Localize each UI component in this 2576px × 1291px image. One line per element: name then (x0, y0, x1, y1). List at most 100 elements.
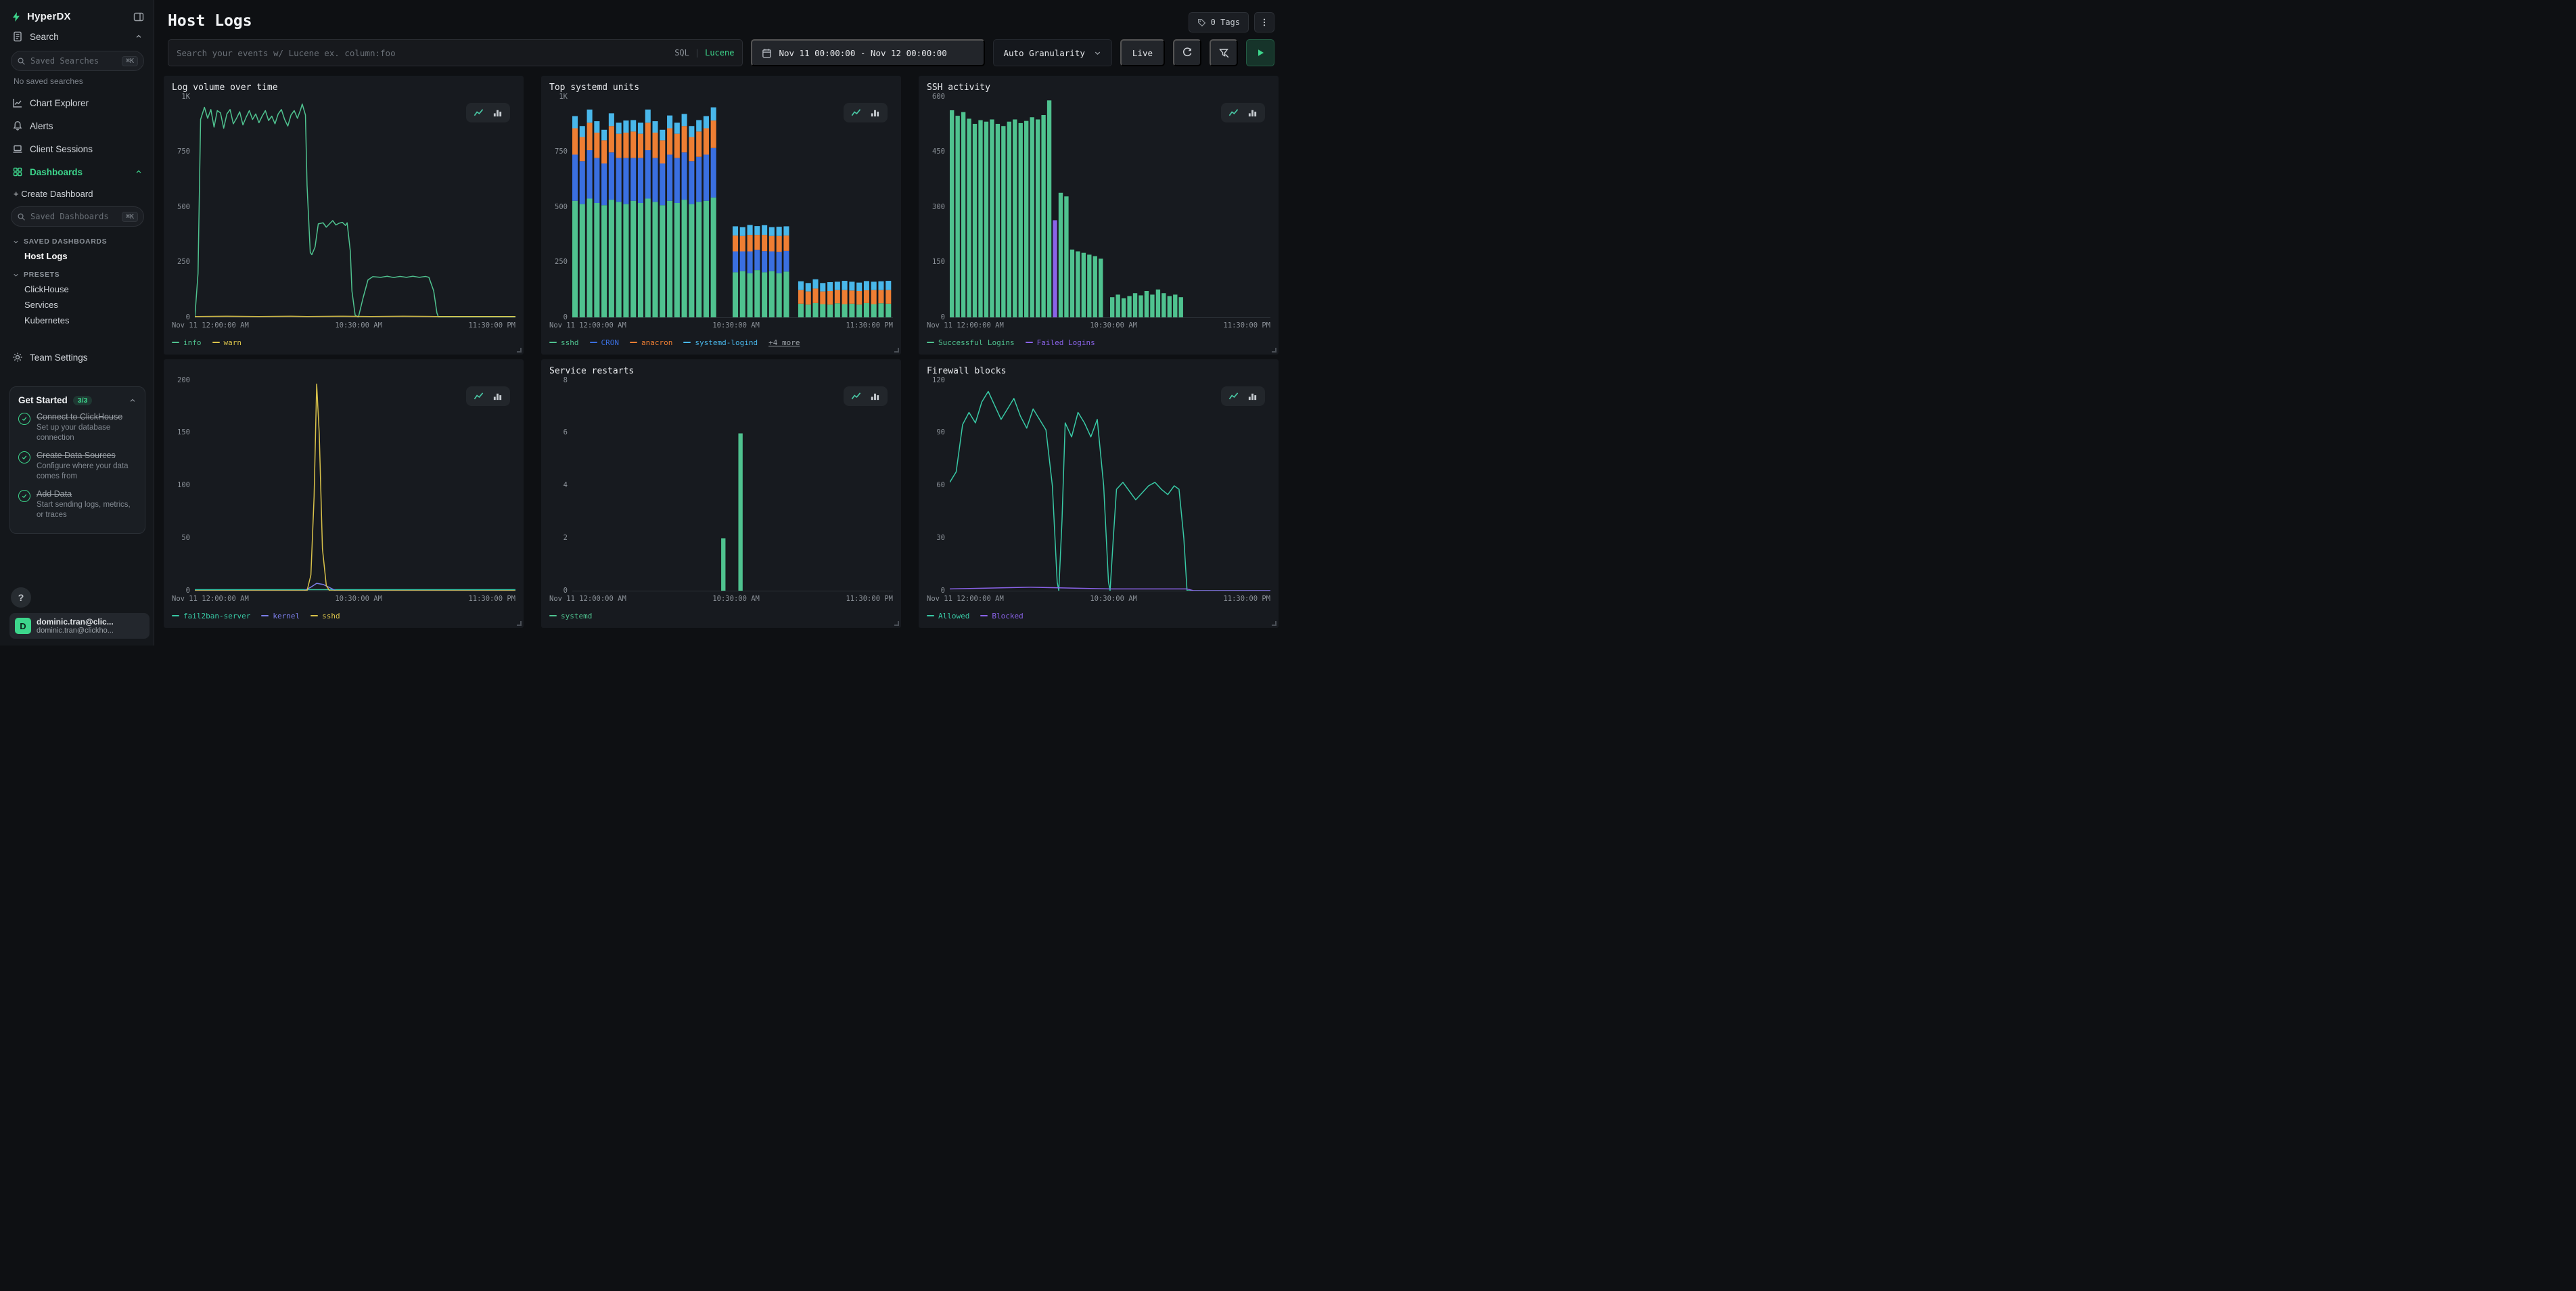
x-label: 11:30:00 PM (846, 595, 893, 606)
legend-item: Failed Logins (1026, 338, 1095, 347)
legend-item: Successful Logins (927, 338, 1015, 347)
y-tick: 0 (564, 587, 568, 595)
chart-type-toggle[interactable] (1221, 386, 1265, 406)
x-label: 11:30:00 PM (468, 321, 515, 332)
chart-plot[interactable] (195, 97, 515, 318)
saved-searches-input[interactable] (30, 56, 117, 66)
chevron-down-icon (12, 271, 20, 279)
granularity-dropdown[interactable]: Auto Granularity (993, 39, 1111, 66)
app-name: HyperDX (27, 11, 128, 22)
chevron-up-icon[interactable] (135, 168, 143, 176)
bar-chart-icon[interactable] (492, 391, 503, 401)
sidebar-item-team-settings[interactable]: Team Settings (9, 346, 145, 369)
chart-plot[interactable] (950, 381, 1270, 591)
chart-plot[interactable] (572, 381, 893, 591)
refresh-button[interactable] (1173, 39, 1201, 66)
sidebar-collapse-icon[interactable] (133, 12, 144, 22)
bar-chart-icon[interactable] (870, 391, 880, 401)
x-label: Nov 11 12:00:00 AM (172, 321, 249, 332)
line-chart-icon[interactable] (851, 391, 861, 401)
chart-card-firewall-blocks: Firewall blocks 0306090120 Nov 11 12:00:… (919, 359, 1279, 628)
chart-plot[interactable] (572, 97, 893, 318)
legend-item: Allowed (927, 612, 969, 620)
saved-dashboards-input[interactable] (30, 212, 117, 221)
line-chart-icon[interactable] (851, 108, 861, 118)
chart-legend: fail2ban-serverkernelsshd (172, 609, 515, 622)
chart-type-toggle[interactable] (1221, 103, 1265, 122)
sidebar-item-search[interactable]: Search (9, 25, 145, 48)
chart-svg (572, 381, 893, 591)
y-tick: 150 (932, 258, 945, 266)
run-query-button[interactable] (1246, 39, 1274, 66)
line-chart-icon[interactable] (1228, 391, 1239, 401)
create-dashboard-button[interactable]: + Create Dashboard (9, 183, 145, 204)
filter-button[interactable] (1210, 39, 1238, 66)
chevron-up-icon[interactable] (129, 397, 137, 405)
event-search-box[interactable]: SQL | Lucene (168, 39, 743, 66)
x-axis: Nov 11 12:00:00 AM10:30:00 AM11:30:00 PM (172, 595, 515, 606)
legend-item: systemd-logind (683, 338, 758, 347)
lucene-toggle[interactable]: Lucene (705, 48, 734, 58)
y-tick: 150 (177, 429, 190, 436)
sidebar-item-dashboards[interactable]: Dashboards (9, 160, 145, 183)
refresh-icon (1182, 47, 1193, 58)
sql-toggle[interactable]: SQL (674, 48, 689, 58)
chart-type-toggle[interactable] (466, 103, 510, 122)
chart-type-toggle[interactable] (844, 386, 888, 406)
chart-grid: Log volume over time 02505007501K Nov 11… (154, 76, 1288, 628)
resize-handle[interactable] (1272, 348, 1276, 353)
chart-type-toggle[interactable] (844, 103, 888, 122)
sidebar-item-chart-explorer[interactable]: Chart Explorer (9, 91, 145, 114)
user-email: dominic.tran@clickho... (37, 627, 114, 635)
chart-svg (195, 381, 515, 591)
tags-button[interactable]: 0 Tags (1189, 12, 1249, 32)
sidebar-item-client-sessions[interactable]: Client Sessions (9, 137, 145, 160)
get-started-step: Create Data Sources Configure where your… (18, 451, 137, 482)
line-chart-icon[interactable] (474, 108, 484, 118)
dashboard-menu-button[interactable] (1254, 12, 1274, 32)
legend-item: warn (212, 338, 242, 347)
resize-handle[interactable] (517, 348, 522, 353)
resize-handle[interactable] (517, 621, 522, 626)
chevron-down-icon (1093, 49, 1102, 58)
legend-more[interactable]: +4 more (768, 338, 800, 347)
legend-item: systemd (549, 612, 592, 620)
preset-link-services[interactable]: Services (9, 297, 145, 313)
bar-chart-icon[interactable] (870, 108, 880, 118)
bar-chart-icon[interactable] (1247, 108, 1258, 118)
search-icon (17, 212, 26, 221)
resize-handle[interactable] (894, 621, 899, 626)
y-tick: 1K (181, 93, 190, 101)
query-language-toggle: SQL | Lucene (674, 48, 734, 58)
resize-handle[interactable] (894, 348, 899, 353)
bar-chart-icon[interactable] (1247, 391, 1258, 401)
line-chart-icon[interactable] (1228, 108, 1239, 118)
live-button[interactable]: Live (1120, 39, 1165, 66)
sidebar-item-alerts[interactable]: Alerts (9, 114, 145, 137)
x-label: 11:30:00 PM (1223, 595, 1270, 606)
help-button[interactable]: ? (11, 587, 31, 608)
chart-plot[interactable] (195, 381, 515, 591)
presets-section-header[interactable]: PRESETS (9, 264, 145, 281)
preset-link-kubernetes[interactable]: Kubernetes (9, 313, 145, 328)
saved-dashboards-section-header[interactable]: SAVED DASHBOARDS (9, 231, 145, 248)
chevron-up-icon[interactable] (135, 32, 143, 41)
resize-handle[interactable] (1272, 621, 1276, 626)
chart-type-toggle[interactable] (466, 386, 510, 406)
saved-searches-searchbox[interactable]: ⌘K (11, 51, 144, 71)
dashboard-link-host-logs[interactable]: Host Logs (9, 248, 145, 264)
preset-link-clickhouse[interactable]: ClickHouse (9, 281, 145, 297)
get-started-title: Get Started (18, 395, 68, 405)
chart-card-service-restarts: Service restarts 02468 Nov 11 12:00:00 A… (541, 359, 901, 628)
chart-title: Top systemd units (549, 83, 893, 97)
line-chart-icon[interactable] (474, 391, 484, 401)
date-range-picker[interactable]: Nov 11 00:00:00 - Nov 12 00:00:00 (751, 39, 985, 66)
saved-dashboards-searchbox[interactable]: ⌘K (11, 206, 144, 227)
user-menu[interactable]: D dominic.tran@clic... dominic.tran@clic… (9, 613, 150, 639)
chart-svg (950, 97, 1270, 317)
bar-chart-icon[interactable] (492, 108, 503, 118)
event-search-input[interactable] (177, 48, 668, 58)
chart-plot[interactable] (950, 97, 1270, 318)
get-started-card: Get Started 3/3 Connect to ClickHouse Se… (9, 386, 145, 534)
toolbar: SQL | Lucene Nov 11 00:00:00 - Nov 12 00… (168, 39, 1274, 66)
